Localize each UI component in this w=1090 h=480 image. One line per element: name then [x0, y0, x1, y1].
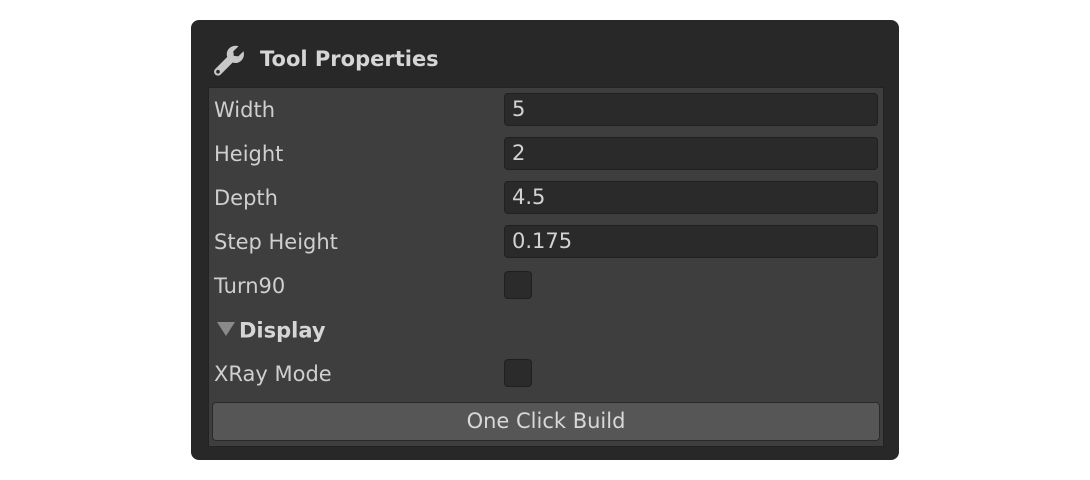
panel-header: Tool Properties: [191, 20, 899, 86]
width-field[interactable]: 5: [504, 93, 878, 126]
property-row-turn90: Turn90: [209, 264, 883, 308]
display-foldout[interactable]: Display: [217, 308, 326, 352]
height-label: Height: [214, 142, 284, 166]
depth-label: Depth: [214, 186, 278, 210]
property-row-xray-mode: XRay Mode: [209, 352, 883, 396]
properties-body: Width 5 Height 2 Depth 4.5 Step Height 0…: [208, 87, 884, 447]
turn90-checkbox[interactable]: [504, 271, 532, 299]
property-row-step-height: Step Height 0.175: [209, 220, 883, 264]
step-height-field[interactable]: 0.175: [504, 225, 878, 258]
height-field[interactable]: 2: [504, 137, 878, 170]
tool-properties-panel: Tool Properties Width 5 Height 2 Depth 4…: [191, 20, 899, 460]
property-row-width: Width 5: [209, 88, 883, 132]
display-foldout-label: Display: [239, 318, 326, 343]
one-click-build-button[interactable]: One Click Build: [212, 402, 880, 441]
panel-title: Tool Properties: [260, 47, 439, 71]
display-foldout-row[interactable]: Display: [209, 308, 883, 352]
width-label: Width: [214, 98, 276, 122]
property-row-depth: Depth 4.5: [209, 176, 883, 220]
xray-mode-label: XRay Mode: [214, 362, 332, 386]
turn90-label: Turn90: [214, 274, 286, 298]
property-row-height: Height 2: [209, 132, 883, 176]
depth-field[interactable]: 4.5: [504, 181, 878, 214]
step-height-label: Step Height: [214, 230, 338, 254]
xray-mode-checkbox[interactable]: [504, 359, 532, 387]
wrench-icon: [214, 45, 244, 76]
foldout-arrow-down-icon[interactable]: [217, 321, 235, 336]
